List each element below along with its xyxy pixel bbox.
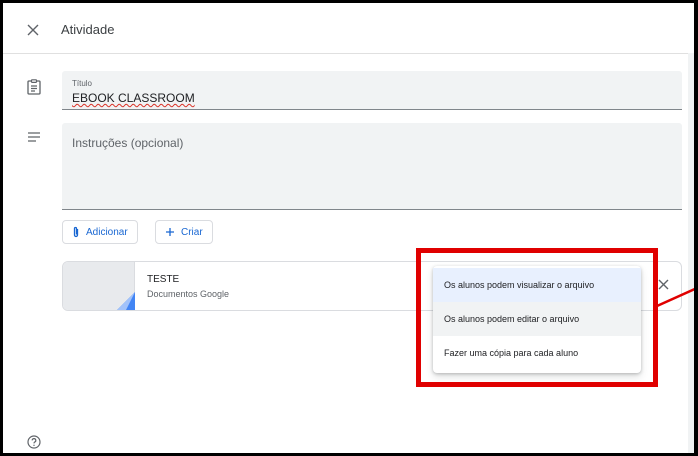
add-button-label: Adicionar: [86, 226, 128, 238]
title-field-value[interactable]: EBOOK CLASSROOM: [72, 91, 195, 105]
assignment-icon: [27, 79, 47, 99]
remove-attachment-button[interactable]: [653, 274, 673, 294]
close-icon: [27, 24, 39, 36]
paperclip-icon: [73, 226, 79, 238]
menu-item-edit[interactable]: Os alunos podem editar o arquivo: [433, 302, 641, 336]
close-icon: [658, 279, 668, 289]
plus-icon: [166, 228, 174, 236]
side-panel-edge: [688, 53, 694, 453]
add-button[interactable]: Adicionar: [62, 220, 138, 244]
help-icon[interactable]: [27, 435, 45, 453]
page-title: Atividade: [61, 22, 115, 37]
title-field[interactable]: Título EBOOK CLASSROOM: [62, 71, 682, 110]
instructions-placeholder: Instruções (opcional): [72, 136, 184, 150]
create-button-label: Criar: [181, 226, 203, 238]
menu-item-copy[interactable]: Fazer uma cópia para cada aluno: [433, 336, 641, 370]
notes-icon: [27, 130, 47, 150]
top-bar: Atividade: [3, 3, 694, 54]
menu-item-view[interactable]: Os alunos podem visualizar o arquivo: [433, 268, 641, 302]
assignment-window: Atividade Título EBOOK CLASSROOM Instruç…: [0, 0, 698, 456]
create-button[interactable]: Criar: [155, 220, 213, 244]
close-button[interactable]: [23, 20, 43, 40]
share-options-menu: Os alunos podem visualizar o arquivo Os …: [433, 266, 641, 373]
title-field-label: Título: [72, 79, 93, 88]
attachment-name: TESTE: [147, 274, 180, 285]
attachment-type: Documentos Google: [147, 289, 230, 299]
attachment-thumbnail: [63, 262, 135, 310]
instructions-field[interactable]: Instruções (opcional): [62, 123, 682, 210]
